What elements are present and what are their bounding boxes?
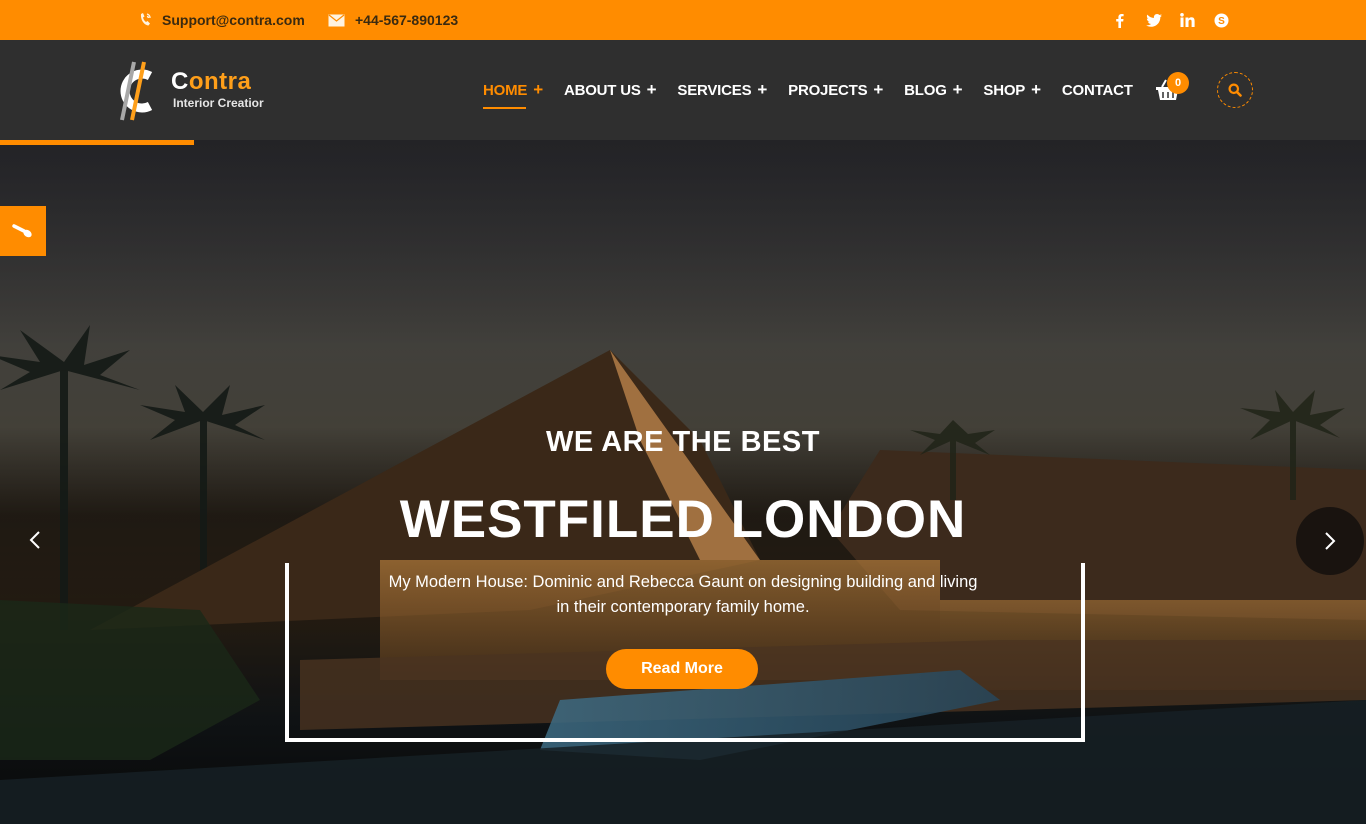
skype-icon[interactable]: S xyxy=(1213,12,1230,29)
nav-label: BLOG xyxy=(904,81,947,99)
nav-label: HOME xyxy=(483,81,528,99)
hero-title: WESTFILED LONDON xyxy=(399,490,967,549)
main-header: Contra Interior Creatior HOME + ABOUT US +… xyxy=(0,40,1366,140)
nav-item-services[interactable]: SERVICES + xyxy=(677,80,767,100)
brand-name-initial: C xyxy=(171,68,189,95)
brand-name-rest: ontra xyxy=(188,68,252,95)
slider-next-button[interactable] xyxy=(1296,507,1364,575)
submenu-plus-icon: + xyxy=(1031,80,1041,99)
support-email-text: Support@contra.com xyxy=(162,12,305,28)
social-links: S xyxy=(1111,0,1230,40)
brand-tagline: Interior Creatior xyxy=(173,96,264,110)
support-email-link[interactable]: Support@contra.com xyxy=(138,0,305,40)
phone-number-link[interactable]: +44-567-890123 xyxy=(328,0,458,40)
envelope-icon xyxy=(328,14,345,27)
hero-subtitle: WE ARE THE BEST xyxy=(546,426,820,458)
submenu-plus-icon: + xyxy=(646,80,657,99)
nav-item-home[interactable]: HOME + xyxy=(483,80,543,109)
twitter-icon[interactable] xyxy=(1145,12,1162,29)
search-icon xyxy=(1228,83,1242,97)
nav-label: CONTACT xyxy=(1061,81,1133,99)
nav-item-shop[interactable]: SHOP + xyxy=(983,80,1041,100)
slider-prev-button[interactable] xyxy=(0,505,70,575)
paint-brush-icon xyxy=(12,224,32,238)
nav-label: SERVICES xyxy=(677,81,752,99)
phone-number-text: +44-567-890123 xyxy=(355,12,459,28)
nav-label: SHOP xyxy=(983,81,1026,99)
main-nav: HOME + ABOUT US + SERVICES + PROJECTS + BLOG… xyxy=(483,40,1154,140)
brand-name: Contra xyxy=(171,68,251,96)
top-bar: Support@contra.com +44-567-890123 S xyxy=(0,0,1366,40)
linkedin-icon[interactable] xyxy=(1179,12,1196,29)
chevron-left-icon xyxy=(29,531,40,549)
submenu-plus-icon: + xyxy=(757,80,768,99)
phone-icon xyxy=(138,12,152,28)
facebook-icon[interactable] xyxy=(1111,12,1128,29)
hero-description: My Modern House: Dominic and Rebecca Gau… xyxy=(388,573,978,616)
nav-item-projects[interactable]: PROJECTS + xyxy=(788,80,883,100)
search-button[interactable] xyxy=(1217,72,1253,108)
submenu-plus-icon: + xyxy=(952,80,963,99)
read-more-button[interactable]: Read More xyxy=(606,649,758,689)
submenu-plus-icon: + xyxy=(533,80,543,99)
nav-item-blog[interactable]: BLOG + xyxy=(904,80,962,100)
nav-label: PROJECTS xyxy=(788,81,868,99)
nav-item-contact[interactable]: CONTACT xyxy=(1062,82,1133,99)
nav-item-about-us[interactable]: ABOUT US + xyxy=(563,80,657,100)
style-switcher-tab[interactable] xyxy=(0,206,46,256)
chevron-right-icon xyxy=(1325,532,1336,550)
cart-count-badge: 0 xyxy=(1167,72,1189,94)
brand-logo[interactable]: Contra Interior Creatior xyxy=(112,56,282,126)
logo-mark-icon xyxy=(120,61,153,121)
slider-progress-bar xyxy=(0,140,194,145)
svg-text:S: S xyxy=(1218,16,1225,27)
submenu-plus-icon: + xyxy=(873,80,884,99)
nav-label: ABOUT US xyxy=(563,81,641,99)
